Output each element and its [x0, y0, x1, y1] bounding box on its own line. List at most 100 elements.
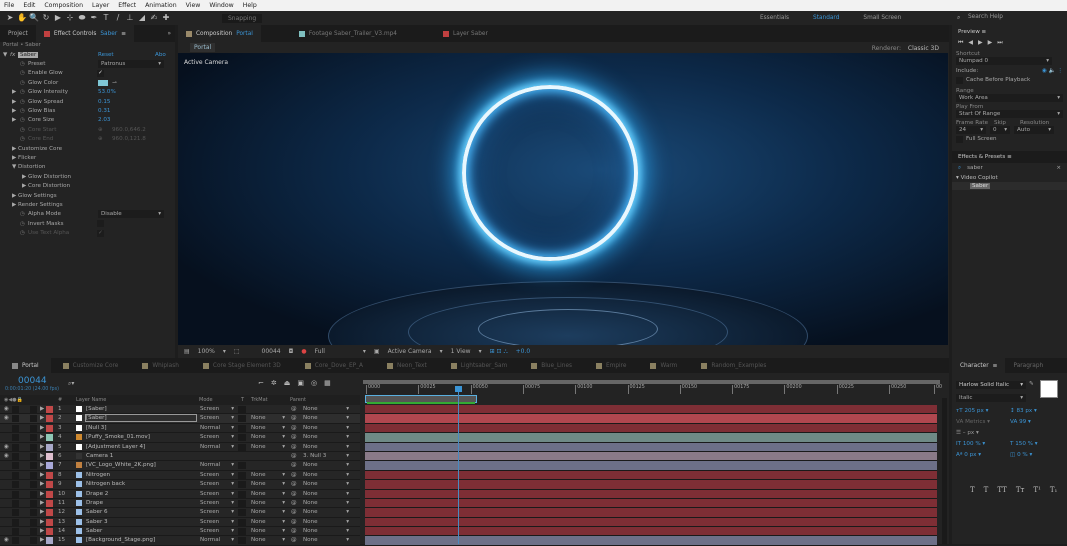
pickwhip-icon[interactable]: @	[291, 444, 297, 450]
audio-toggle[interactable]	[12, 509, 19, 517]
audio-toggle[interactable]	[12, 424, 19, 432]
timeline-search-icon[interactable]: ⌕▾	[68, 380, 74, 388]
property-group-label[interactable]: Customize Core	[18, 146, 62, 152]
expand-arrow-icon[interactable]: ▶	[40, 472, 44, 478]
pickwhip-icon[interactable]: @	[291, 500, 297, 506]
property-value[interactable]: 2.03	[98, 117, 110, 123]
stopwatch-icon[interactable]: ◷	[20, 70, 25, 76]
visibility-eye-icon[interactable]: ◉	[4, 415, 9, 421]
layer-name[interactable]: [VC_Logo_White_2K.png]	[86, 462, 156, 468]
expand-arrow-icon[interactable]: ▶	[40, 444, 44, 450]
layer-row[interactable]: ▶ 14 Saber Screen ▾ None ▾ @ None ▾	[0, 527, 360, 537]
glow-color-swatch[interactable]	[98, 79, 108, 86]
expand-arrow-icon[interactable]: ▶	[12, 99, 16, 105]
preserve-transparency-toggle[interactable]	[238, 481, 246, 489]
layer-duration-bar[interactable]	[365, 517, 937, 528]
tsume-field[interactable]: ◫ 0 % ▾	[1010, 452, 1064, 458]
property-value[interactable]: 960.0,121.8	[112, 136, 146, 142]
label-color[interactable]	[46, 415, 53, 423]
tracking-field[interactable]: VA 99 ▾	[1010, 419, 1064, 425]
snapping-toggle[interactable]: Snapping	[222, 13, 263, 23]
layer-duration-bar[interactable]	[365, 461, 937, 471]
views-dropdown[interactable]: 1 View	[451, 348, 471, 355]
label-color[interactable]	[46, 452, 53, 460]
expand-arrow-icon[interactable]: ▶	[40, 500, 44, 506]
audio-toggle[interactable]	[12, 406, 19, 413]
stopwatch-icon[interactable]: ◷	[20, 211, 25, 217]
layer-row[interactable]: ▶ 11 Drape Screen ▾ None ▾ @ None ▾	[0, 498, 360, 509]
label-color[interactable]	[46, 434, 53, 442]
fx-icon[interactable]: fx	[10, 52, 15, 58]
trkmat-dropdown[interactable]: None ▾	[251, 425, 285, 431]
stopwatch-icon[interactable]: ◷	[20, 230, 25, 236]
pickwhip-icon[interactable]: @	[291, 509, 297, 515]
parent-dropdown[interactable]: None ▾	[303, 425, 349, 431]
property-value[interactable]: 0.31	[98, 108, 110, 114]
preserve-transparency-toggle[interactable]	[238, 518, 246, 526]
font-style-dropdown[interactable]: Italic ▾	[956, 394, 1026, 402]
parent-dropdown[interactable]: None ▾	[303, 481, 349, 487]
layer-name[interactable]: Drape	[86, 500, 103, 506]
layer-duration-bar[interactable]	[365, 508, 937, 518]
layer-row[interactable]: ◉ ▶ 6 Camera 1 @3. Null 3 ▾	[0, 451, 360, 462]
preserve-transparency-toggle[interactable]	[238, 415, 246, 423]
effect-property-row[interactable]: ▶ Glow Settings	[0, 191, 175, 200]
layer-row[interactable]: ▶ 7 [VC_Logo_White_2K.png] Normal ▾ @ None ▾	[0, 461, 360, 471]
channel-icon[interactable]: ●	[301, 348, 306, 355]
expand-arrow-icon[interactable]: ▶	[40, 491, 44, 497]
current-time[interactable]: 00044	[262, 348, 281, 355]
preserve-transparency-toggle[interactable]	[238, 509, 246, 517]
menu-view[interactable]: View	[186, 2, 201, 9]
preserve-transparency-toggle[interactable]	[238, 462, 246, 470]
effect-property-row[interactable]: ◷ Enable Glow ✓	[0, 69, 175, 78]
brush-icon[interactable]: /	[112, 13, 124, 23]
expand-arrow-icon[interactable]: ▶	[40, 415, 44, 421]
menu-icon[interactable]: ≡	[121, 31, 126, 37]
kerning-field[interactable]: VA Metrics ▾	[956, 419, 1010, 425]
expand-arrow-icon[interactable]: ▶	[40, 406, 44, 412]
tab-effect-controls[interactable]: Effect Controls Saber ≡	[35, 25, 135, 42]
pickwhip-icon[interactable]: @	[291, 425, 297, 431]
trkmat-dropdown[interactable]: None ▾	[251, 537, 285, 543]
effect-property-row[interactable]: ▶ Flicker	[0, 153, 175, 162]
effect-property-row[interactable]: ▶ Glow Distortion	[0, 172, 175, 181]
layer-duration-bar[interactable]	[365, 489, 937, 499]
zoom-icon[interactable]: 🔍	[28, 13, 40, 23]
layer-name[interactable]: [Saber]	[85, 414, 197, 423]
stopwatch-icon[interactable]: ◷	[20, 80, 25, 86]
expand-arrow-icon[interactable]: ▶	[40, 509, 44, 515]
expand-arrow-icon[interactable]: ▼	[12, 164, 16, 170]
cache-checkbox[interactable]	[956, 77, 963, 84]
text-style-button[interactable]: T¹	[1033, 486, 1040, 494]
stopwatch-icon[interactable]: ◷	[20, 117, 25, 123]
workspace-small-screen[interactable]: Small Screen	[863, 15, 901, 21]
eyedropper-icon[interactable]: ⊸	[112, 80, 117, 86]
mode-dropdown[interactable]: Screen ▾	[200, 406, 234, 412]
tab-comp-2[interactable]: Layer Saber	[435, 25, 496, 42]
timeline-tab[interactable]: Lightsaber_Sam	[439, 358, 519, 373]
layer-row[interactable]: ▶ 9 Nitrogen back Screen ▾ None ▾ @ None ▾	[0, 480, 360, 490]
include-icons[interactable]: ◉ 🔈 ⋮	[1042, 68, 1063, 74]
audio-toggle[interactable]	[12, 490, 19, 498]
play-from-dropdown[interactable]: Start Of Range ▾	[956, 110, 1063, 118]
skip-dropdown[interactable]: 0 ▾	[990, 126, 1010, 134]
preserve-transparency-toggle[interactable]	[238, 537, 246, 545]
toggle-icons[interactable]: ⊞ ⊡ ⛬	[490, 348, 508, 356]
property-value[interactable]: 0.15	[98, 99, 110, 105]
effect-property-row[interactable]: ◷ Core End ⊕ 960.0,121.8	[0, 135, 175, 144]
property-group-label[interactable]: Flicker	[18, 155, 36, 161]
layer-name[interactable]: [Null 3]	[86, 425, 107, 431]
effect-property-row[interactable]: ▶ Core Distortion	[0, 181, 175, 190]
text-style-button[interactable]: TT	[997, 486, 1006, 494]
lock-toggle[interactable]	[30, 452, 37, 460]
clone-stamp-icon[interactable]: ⊥	[124, 13, 136, 23]
expand-arrow-icon[interactable]: ▶	[12, 117, 16, 123]
layer-row[interactable]: ◉ ▶ 5 [Adjustment Layer 4] Normal ▾ None ▾ @ None…	[0, 442, 360, 452]
frame-rate-dropdown[interactable]: 24 ▾	[956, 126, 986, 134]
expand-arrow-icon[interactable]: ▶	[40, 453, 44, 459]
label-color[interactable]	[46, 424, 53, 432]
effect-property-row[interactable]: ▶ Customize Core	[0, 144, 175, 153]
lock-toggle[interactable]	[30, 443, 37, 451]
tab-project[interactable]: Project	[0, 25, 36, 42]
pickwhip-icon[interactable]: @	[291, 519, 297, 525]
